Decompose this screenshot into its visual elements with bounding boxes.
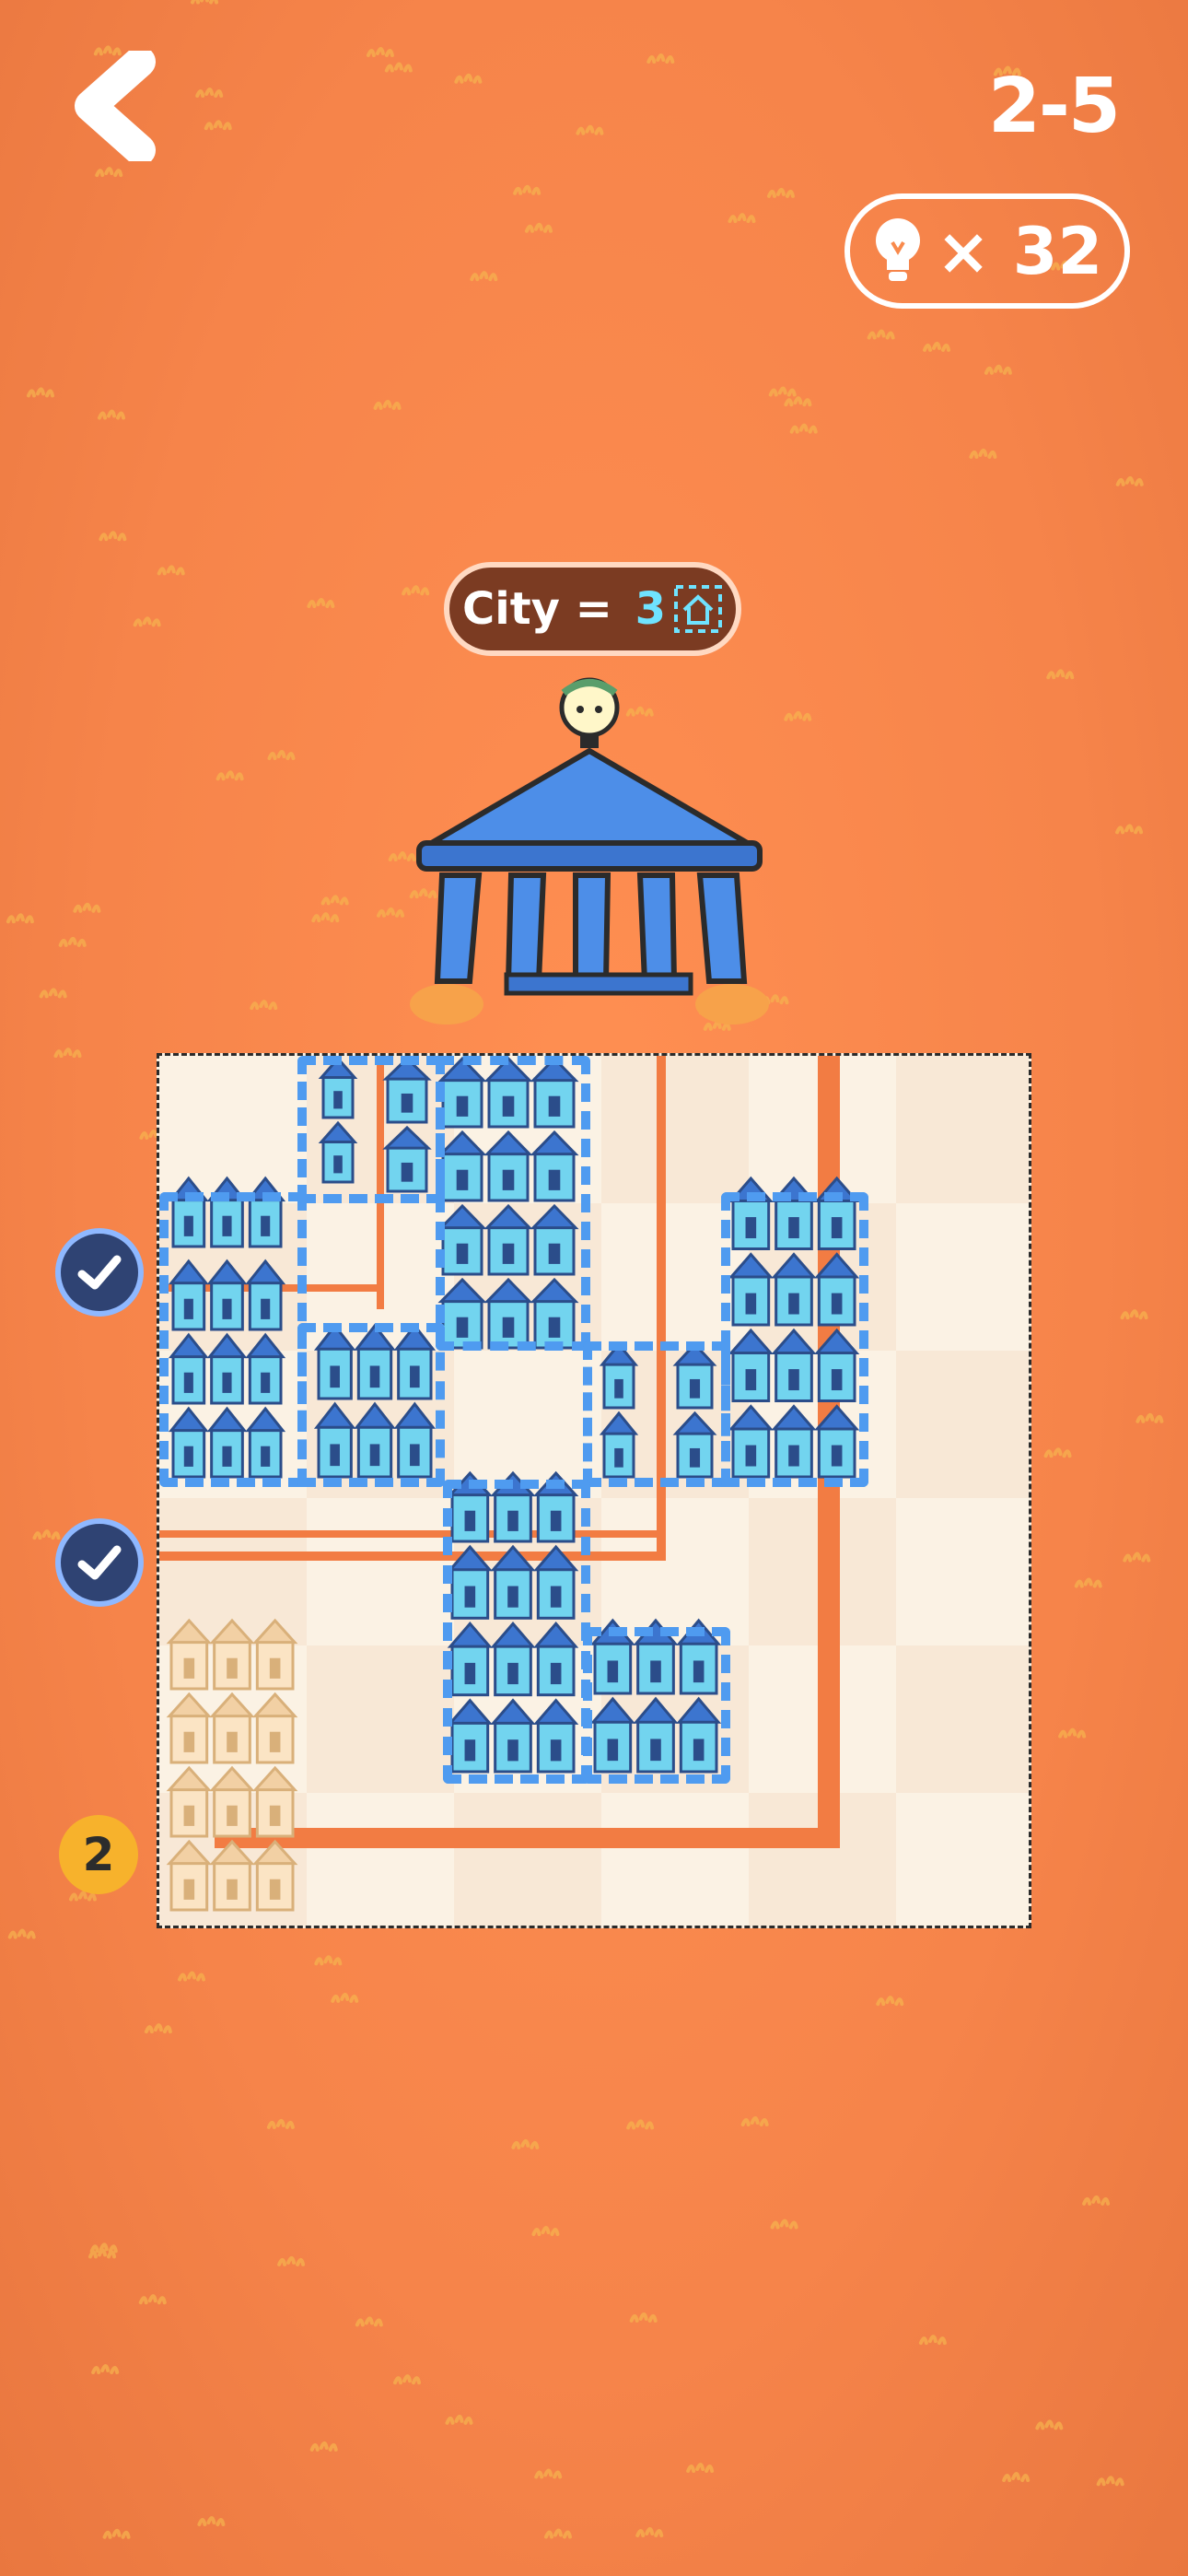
house <box>814 1176 860 1250</box>
house <box>589 1696 635 1774</box>
house <box>166 1692 213 1764</box>
house <box>533 1544 579 1620</box>
house <box>814 1252 860 1327</box>
house <box>483 1056 533 1129</box>
house <box>533 1622 579 1697</box>
house <box>599 1341 639 1410</box>
city-goal-pill: City = 3 <box>444 562 741 656</box>
house <box>313 1323 356 1400</box>
house <box>209 1839 255 1912</box>
house <box>814 1328 860 1403</box>
temple-building <box>410 677 769 1025</box>
house <box>437 1056 487 1129</box>
house <box>814 1404 860 1479</box>
house <box>206 1332 248 1405</box>
house <box>728 1404 774 1479</box>
house <box>206 1176 248 1248</box>
house <box>354 1401 396 1479</box>
house <box>676 1618 722 1695</box>
house <box>251 1692 298 1764</box>
house <box>530 1203 579 1276</box>
house <box>206 1259 248 1331</box>
back-button[interactable] <box>64 46 166 166</box>
house <box>728 1176 774 1250</box>
city-houses <box>166 1056 860 1912</box>
house <box>318 1120 358 1184</box>
house <box>490 1698 536 1774</box>
level-indicator: 2-5 <box>987 63 1121 150</box>
house <box>771 1252 817 1327</box>
house <box>633 1696 679 1774</box>
house <box>447 1622 493 1697</box>
house <box>530 1130 579 1202</box>
house <box>490 1622 536 1697</box>
house <box>245 1176 286 1248</box>
house <box>490 1470 536 1543</box>
house <box>166 1765 213 1838</box>
house <box>166 1839 213 1912</box>
row-complete-badge <box>55 1228 144 1317</box>
row-count-badge: 2 <box>59 1815 138 1894</box>
house <box>532 1470 579 1543</box>
house <box>672 1341 717 1410</box>
house <box>771 1176 817 1250</box>
house <box>354 1323 396 1400</box>
house <box>599 1411 639 1479</box>
house <box>168 1176 209 1248</box>
house <box>530 1277 579 1350</box>
lightbulb-icon <box>875 217 920 281</box>
house <box>437 1130 487 1202</box>
house <box>209 1618 255 1691</box>
house <box>166 1618 213 1691</box>
house <box>313 1401 356 1479</box>
house <box>728 1252 774 1327</box>
house <box>483 1130 533 1202</box>
chevron-left-icon <box>75 46 156 166</box>
hint-button[interactable]: × 32 <box>844 193 1130 309</box>
house <box>447 1698 493 1774</box>
game-board[interactable] <box>157 1053 1031 1928</box>
house <box>530 1056 579 1129</box>
house <box>209 1765 255 1838</box>
house <box>168 1406 209 1479</box>
house <box>437 1203 487 1276</box>
house-icon <box>673 585 722 633</box>
house <box>483 1203 533 1276</box>
house <box>533 1698 579 1774</box>
house <box>209 1692 255 1764</box>
house <box>447 1470 494 1543</box>
house <box>251 1618 298 1691</box>
house <box>483 1277 533 1350</box>
house <box>771 1328 817 1403</box>
house <box>633 1618 679 1695</box>
house <box>245 1406 286 1479</box>
house <box>251 1839 298 1912</box>
house <box>206 1406 248 1479</box>
house <box>393 1401 437 1479</box>
check-icon <box>77 1545 122 1580</box>
house <box>245 1332 286 1405</box>
house <box>447 1544 493 1620</box>
row-complete-badge <box>55 1518 144 1607</box>
house <box>589 1618 635 1695</box>
house <box>393 1323 437 1400</box>
house <box>382 1125 432 1193</box>
hint-count: × 32 <box>936 213 1103 289</box>
city-goal-value: 3 <box>635 583 666 635</box>
house <box>168 1332 209 1405</box>
house <box>672 1411 717 1479</box>
house <box>168 1259 209 1331</box>
house <box>318 1056 358 1119</box>
house <box>245 1259 286 1331</box>
house <box>437 1277 487 1350</box>
house <box>771 1404 817 1479</box>
mayor-character <box>559 677 620 748</box>
house <box>728 1328 774 1403</box>
house <box>251 1765 298 1838</box>
check-icon <box>77 1255 122 1290</box>
house <box>490 1544 536 1620</box>
house <box>382 1056 432 1124</box>
city-goal-prefix: City = <box>462 583 628 635</box>
house <box>676 1696 722 1774</box>
